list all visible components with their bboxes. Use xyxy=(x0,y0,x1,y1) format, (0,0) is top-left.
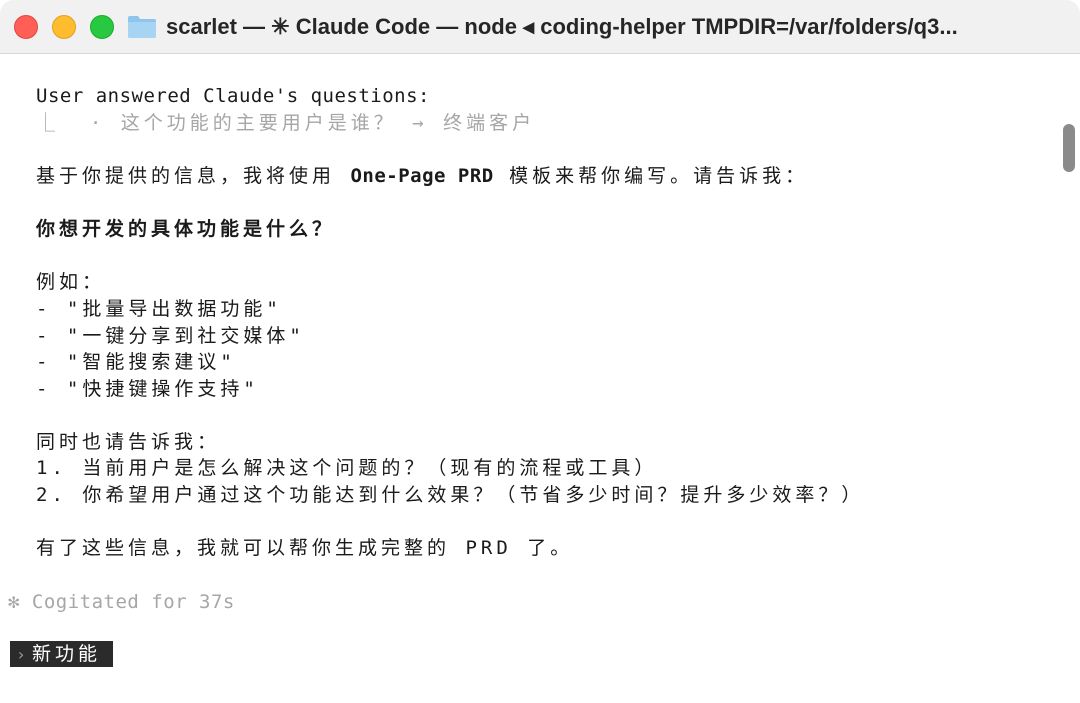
example-header: 例如： xyxy=(36,271,106,293)
example-item: - "一键分享到社交媒体" xyxy=(36,325,305,347)
example-item: - "快捷键操作支持" xyxy=(36,378,259,400)
followup-item: 1. 当前用户是怎么解决这个问题的？（现有的流程或工具） xyxy=(36,457,658,479)
terminal-window: scarlet — ✳ Claude Code — node ◂ coding-… xyxy=(0,0,1080,703)
followup-item: 2. 你希望用户通过这个功能达到什么效果？（节省多少时间？提升多少效率？） xyxy=(36,484,865,506)
minimize-window-button[interactable] xyxy=(52,15,76,39)
close-window-button[interactable] xyxy=(14,15,38,39)
intro-prefix: 基于你提供的信息，我将使用 xyxy=(36,165,351,187)
prompt-input-box[interactable]: › 新功能 xyxy=(10,641,114,667)
answered-header: User answered Claude's questions: xyxy=(36,85,430,107)
title-bar: scarlet — ✳ Claude Code — node ◂ coding-… xyxy=(0,0,1080,54)
zoom-window-button[interactable] xyxy=(90,15,114,39)
window-title: scarlet — ✳ Claude Code — node ◂ coding-… xyxy=(166,14,958,39)
answered-line: ⎿ · 这个功能的主要用户是谁？ → 终端客户 xyxy=(36,112,536,134)
intro-template-name: One-Page PRD xyxy=(350,165,494,187)
intro-line: 基于你提供的信息，我将使用 One-Page PRD 模板来帮你编写。请告诉我： xyxy=(36,164,808,188)
scrollbar-thumb[interactable] xyxy=(1063,124,1075,172)
folder-icon xyxy=(128,16,156,38)
prompt-chevron-icon: › xyxy=(16,644,26,664)
also-tell-header: 同时也请告诉我： xyxy=(36,431,221,453)
prompt-input[interactable]: 新功能 xyxy=(32,641,113,667)
scrollbar[interactable] xyxy=(1060,54,1080,703)
example-item: - "批量导出数据功能" xyxy=(36,298,282,320)
closing-line: 有了这些信息，我就可以帮你生成完整的 PRD 了。 xyxy=(36,537,574,559)
main-question: 你想开发的具体功能是什么？ xyxy=(36,218,336,240)
terminal-content[interactable]: User answered Claude's questions: ⎿ · 这个… xyxy=(0,54,1080,703)
intro-suffix: 模板来帮你编写。请告诉我： xyxy=(493,165,809,187)
example-item: - "智能搜索建议" xyxy=(36,351,236,373)
status-line: ✻ Cogitated for 37s xyxy=(8,591,235,613)
